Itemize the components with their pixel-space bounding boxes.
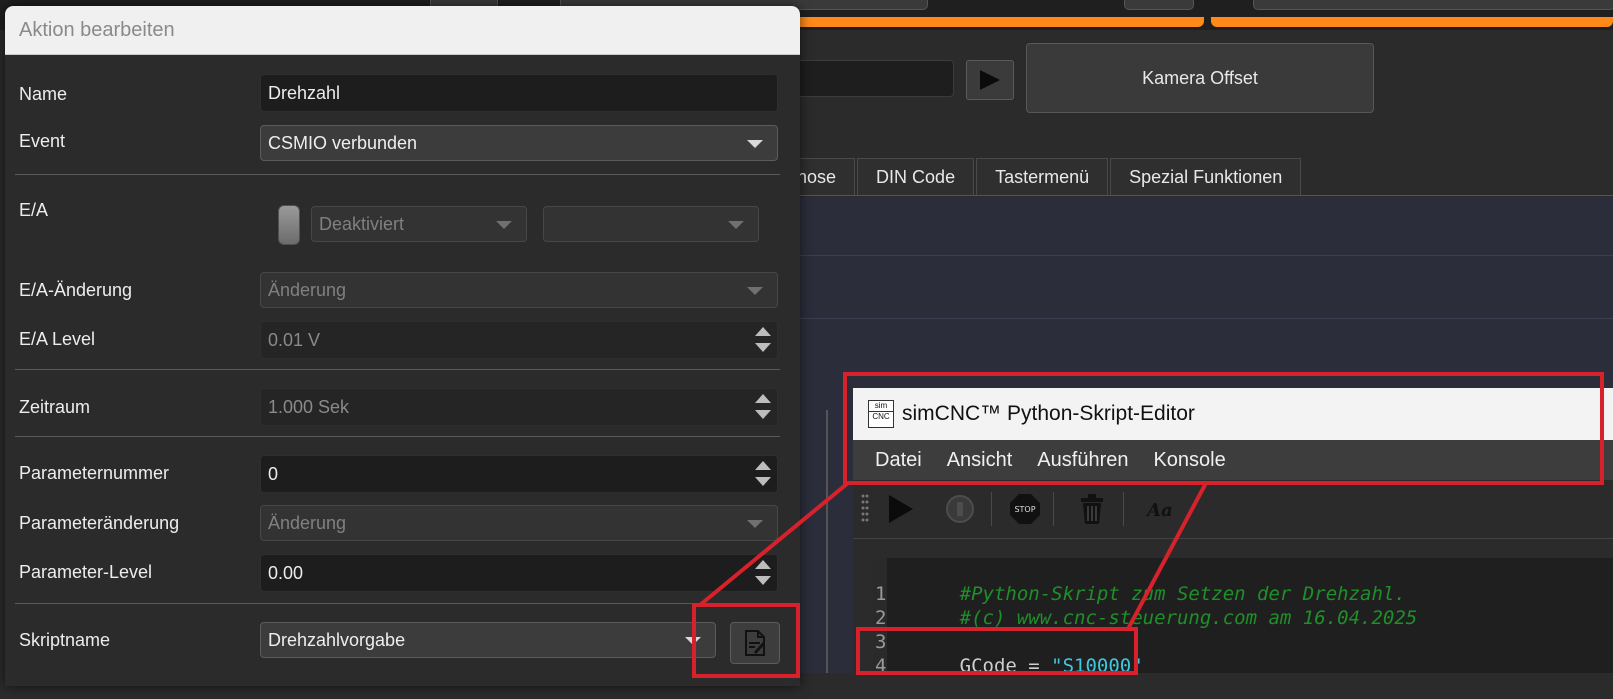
- annotation-connector-lines: [698, 481, 1208, 630]
